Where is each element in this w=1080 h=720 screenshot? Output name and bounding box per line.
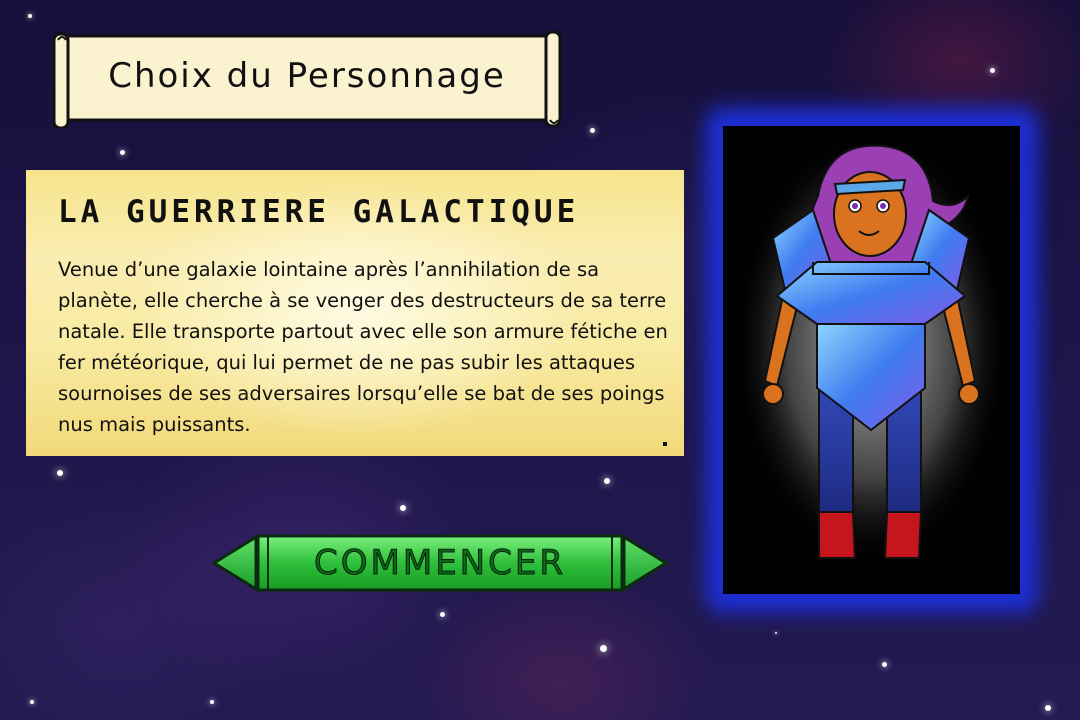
star [400,505,406,511]
star [210,700,214,704]
arrow-right-icon[interactable] [622,534,670,592]
star [775,632,777,634]
star [57,470,63,476]
character-description-panel: LA GUERRIERE GALACTIQUE Venue d’une gala… [26,170,684,456]
character-name: LA GUERRIERE GALACTIQUE [58,194,580,230]
page-title: Choix du Personnage [108,56,506,96]
star [440,612,445,617]
title-scroll: Choix du Personnage [52,30,562,128]
star [882,662,887,667]
panel-dot [663,442,667,446]
star [1045,705,1051,711]
warrior-portrait-image [731,126,1011,566]
start-button[interactable]: COMMENCER [258,534,622,592]
start-controls: COMMENCER [210,534,670,592]
star [120,150,125,155]
star [28,14,32,18]
arrow-left-icon[interactable] [210,534,258,592]
character-description: Venue d’une galaxie lointaine après l’an… [58,258,668,436]
star [604,478,610,484]
start-button-label: COMMENCER [314,543,566,584]
character-portrait [723,126,1020,594]
star [990,68,995,73]
star [600,645,607,652]
star [590,128,595,133]
star [30,700,34,704]
